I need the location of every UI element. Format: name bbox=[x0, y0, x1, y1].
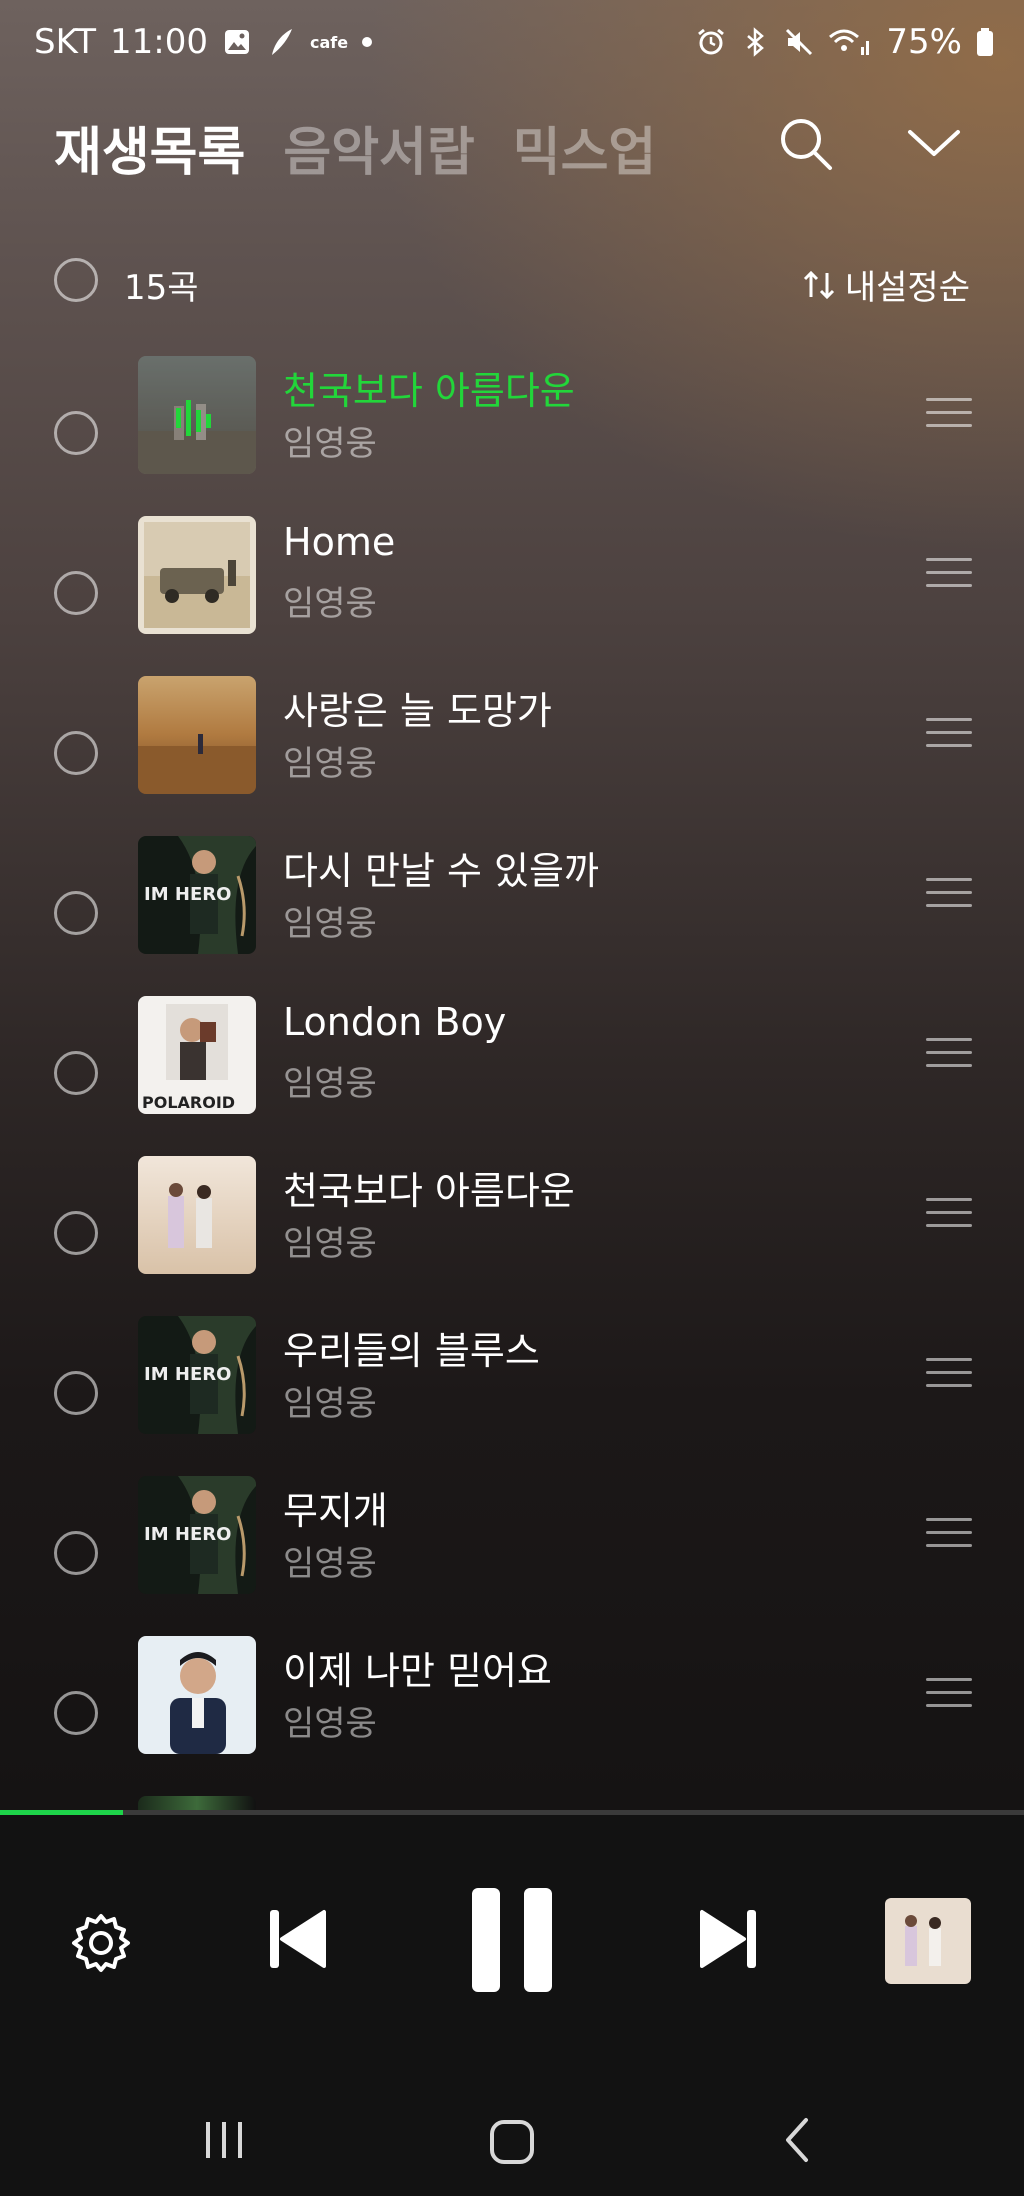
track-row[interactable]: IM HERO 다시 만날 수 있을까 임영웅 bbox=[0, 832, 1024, 992]
settings-icon[interactable] bbox=[68, 1910, 134, 1976]
drag-handle-icon[interactable] bbox=[926, 398, 972, 428]
bluetooth-icon bbox=[747, 27, 765, 57]
track-checkbox[interactable] bbox=[54, 891, 98, 935]
status-left: SKT 11:00 cafe bbox=[34, 22, 373, 62]
pause-icon[interactable] bbox=[470, 1886, 554, 1994]
drag-handle-icon[interactable] bbox=[926, 878, 972, 908]
tab-music-drawer[interactable]: 음악서랍 bbox=[283, 110, 474, 185]
album-art bbox=[138, 1636, 256, 1754]
track-title: 우리들의 블루스 bbox=[283, 1329, 540, 1373]
alarm-icon bbox=[698, 28, 725, 55]
track-row[interactable]: IM HERO 우리들의 블루스 임영웅 bbox=[0, 1312, 1024, 1472]
track-title: 천국보다 아름다운 bbox=[283, 369, 575, 413]
drag-handle-icon[interactable] bbox=[926, 1358, 972, 1388]
album-art bbox=[138, 1156, 256, 1274]
album-text: IM HERO bbox=[144, 884, 231, 905]
sort-icon bbox=[803, 270, 834, 299]
drag-handle-icon[interactable] bbox=[926, 1678, 972, 1708]
track-checkbox[interactable] bbox=[54, 571, 98, 615]
track-artist: 임영웅 bbox=[283, 1384, 377, 1424]
track-checkbox[interactable] bbox=[54, 1211, 98, 1255]
track-title: 다시 만날 수 있을까 bbox=[283, 849, 599, 893]
track-artist: 임영웅 bbox=[283, 1544, 377, 1584]
track-title: London Boy bbox=[283, 1000, 507, 1044]
track-row[interactable]: POLAROID London Boy 임영웅 bbox=[0, 992, 1024, 1152]
list-header: 15곡 내설정순 bbox=[0, 252, 1024, 312]
album-text: IM HERO bbox=[144, 1364, 231, 1385]
drag-handle-icon[interactable] bbox=[926, 718, 972, 748]
mute-icon bbox=[786, 28, 813, 56]
track-artist: 임영웅 bbox=[283, 744, 377, 784]
select-all-checkbox[interactable] bbox=[54, 258, 98, 302]
progress-fill bbox=[0, 1810, 123, 1815]
track-checkbox[interactable] bbox=[54, 1531, 98, 1575]
track-artist: 임영웅 bbox=[283, 1064, 377, 1104]
track-title: 이제 나만 믿어요 bbox=[283, 1649, 552, 1693]
battery-percent: 75% bbox=[886, 22, 962, 62]
tab-mixup[interactable]: 믹스업 bbox=[513, 110, 657, 185]
album-art: POLAROID bbox=[138, 996, 256, 1114]
feather-icon bbox=[272, 29, 292, 55]
track-artist: 임영웅 bbox=[283, 904, 377, 944]
drag-handle-icon[interactable] bbox=[926, 1518, 972, 1548]
track-artist: 임영웅 bbox=[283, 424, 377, 464]
album-text: IM HERO bbox=[144, 1524, 231, 1545]
track-title: Home bbox=[283, 520, 396, 564]
tab-playlist[interactable]: 재생목록 bbox=[54, 110, 245, 185]
status-right: 75% bbox=[696, 22, 994, 62]
track-checkbox[interactable] bbox=[54, 1051, 98, 1095]
system-navbar bbox=[0, 2090, 1024, 2196]
track-checkbox[interactable] bbox=[54, 1691, 98, 1735]
drag-handle-icon[interactable] bbox=[926, 558, 972, 588]
carrier-label: SKT bbox=[34, 22, 97, 62]
status-bar: SKT 11:00 cafe 75% bbox=[0, 0, 1024, 90]
album-art bbox=[138, 356, 256, 474]
now-playing-art[interactable] bbox=[885, 1898, 971, 1984]
battery-icon bbox=[977, 28, 993, 56]
track-artist: 임영웅 bbox=[283, 1224, 377, 1264]
track-title: 천국보다 아름다운 bbox=[283, 1169, 575, 1213]
album-art bbox=[138, 676, 256, 794]
recents-icon[interactable] bbox=[200, 2118, 248, 2162]
progress-bar[interactable] bbox=[0, 1810, 1024, 1815]
top-tabs: 재생목록 음악서랍 믹스업 bbox=[54, 110, 656, 185]
wifi-signal-icon bbox=[829, 29, 870, 55]
home-icon[interactable] bbox=[488, 2118, 536, 2166]
track-title: 무지개 bbox=[283, 1489, 388, 1533]
track-checkbox[interactable] bbox=[54, 411, 98, 455]
album-art bbox=[138, 516, 256, 634]
next-icon[interactable] bbox=[698, 1906, 760, 1972]
album-art: IM HERO bbox=[138, 1316, 256, 1434]
track-row[interactable]: 천국보다 아름다운 임영웅 bbox=[0, 1152, 1024, 1312]
previous-icon[interactable] bbox=[266, 1906, 328, 1972]
chevron-down-icon[interactable] bbox=[902, 112, 966, 176]
notification-dot bbox=[362, 37, 373, 47]
track-title: 사랑은 늘 도망가 bbox=[283, 689, 552, 733]
cafe-label: cafe bbox=[310, 32, 349, 52]
track-checkbox[interactable] bbox=[54, 731, 98, 775]
track-row[interactable]: IM HERO 무지개 임영웅 bbox=[0, 1472, 1024, 1632]
gallery-icon bbox=[225, 30, 249, 54]
track-artist: 임영웅 bbox=[283, 584, 377, 624]
drag-handle-icon[interactable] bbox=[926, 1198, 972, 1228]
back-icon[interactable] bbox=[778, 2116, 818, 2164]
track-list: 천국보다 아름다운 임영웅 Home 임영웅 사랑은 늘 도망가 임영웅 IM … bbox=[0, 352, 1024, 1792]
album-art: IM HERO bbox=[138, 836, 256, 954]
album-text: POLAROID bbox=[142, 1093, 235, 1112]
track-checkbox[interactable] bbox=[54, 1371, 98, 1415]
track-row[interactable]: 천국보다 아름다운 임영웅 bbox=[0, 352, 1024, 512]
track-artist: 임영웅 bbox=[283, 1704, 377, 1744]
track-row[interactable]: Home 임영웅 bbox=[0, 512, 1024, 672]
track-row[interactable]: 이제 나만 믿어요 임영웅 bbox=[0, 1632, 1024, 1792]
track-row[interactable]: 사랑은 늘 도망가 임영웅 bbox=[0, 672, 1024, 832]
album-art: IM HERO bbox=[138, 1476, 256, 1594]
sort-button[interactable]: 내설정순 bbox=[801, 260, 970, 309]
sort-label: 내설정순 bbox=[844, 268, 970, 308]
track-count: 15곡 bbox=[124, 268, 199, 308]
album-art-peek bbox=[138, 1796, 256, 1810]
drag-handle-icon[interactable] bbox=[926, 1038, 972, 1068]
clock: 11:00 bbox=[110, 22, 208, 62]
search-icon[interactable] bbox=[774, 112, 838, 176]
